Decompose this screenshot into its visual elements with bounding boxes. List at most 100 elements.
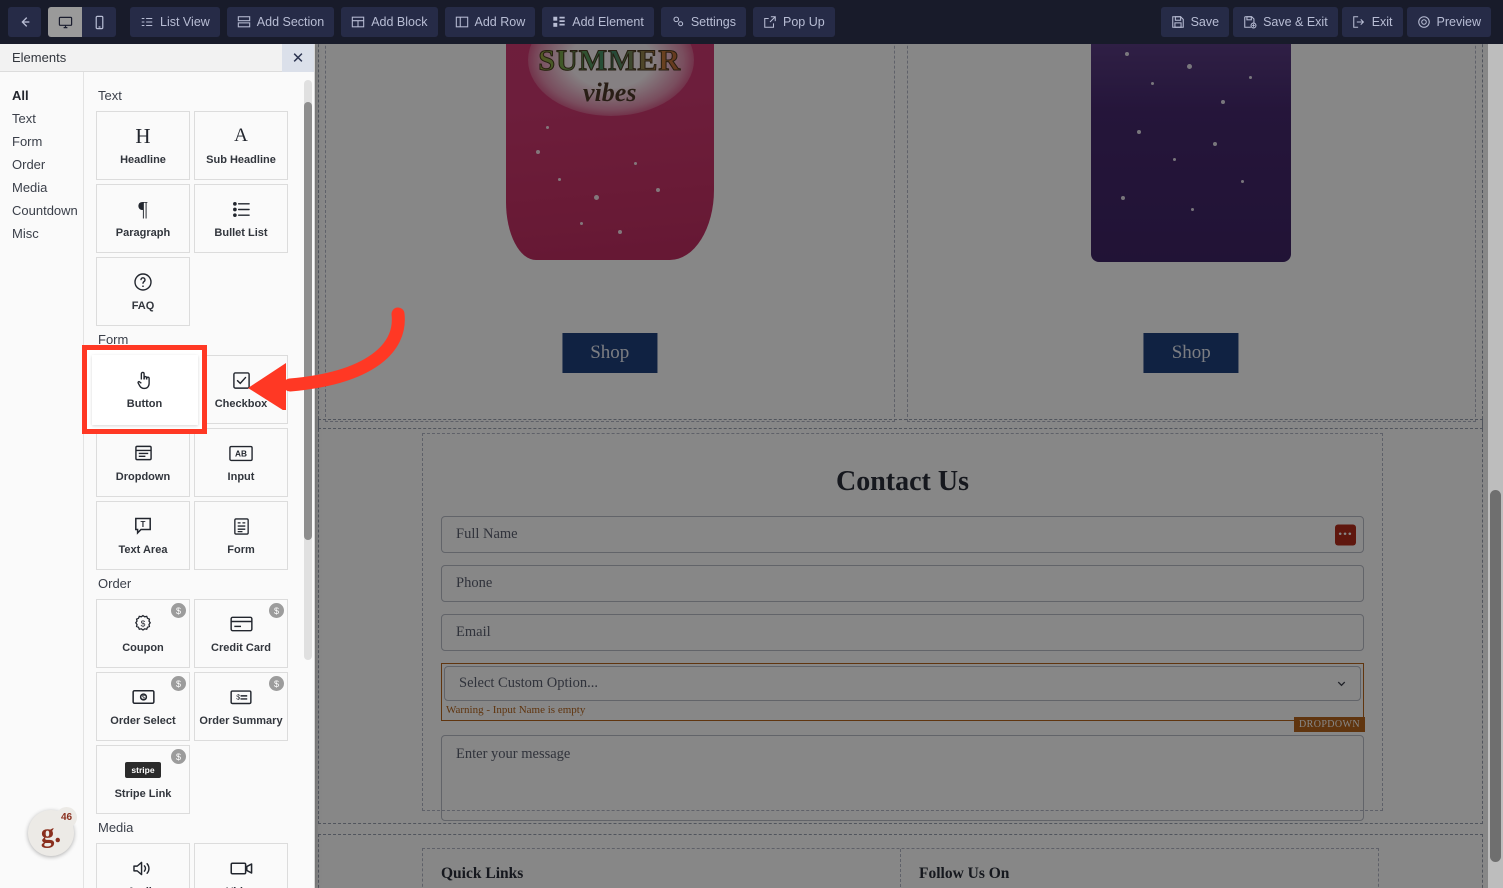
list-view-button[interactable]: List View: [130, 7, 220, 37]
shop-button-1[interactable]: Shop: [562, 333, 658, 373]
add-row-icon: [455, 15, 469, 29]
group-label-order: Order: [98, 576, 132, 591]
element-tile-headline[interactable]: H Headline: [96, 111, 190, 180]
element-tile-checkbox[interactable]: Checkbox: [194, 355, 288, 424]
device-toggle-group[interactable]: [48, 7, 116, 37]
elements-panel-scrollbar-thumb[interactable]: [304, 102, 312, 540]
element-tile-video[interactable]: Video: [194, 843, 288, 888]
category-order[interactable]: Order: [12, 153, 83, 176]
contact-section[interactable]: Contact Us Full Name ••• Phone Email Sel…: [318, 419, 1483, 824]
footer-section[interactable]: Quick Links Home Follow Us On: [318, 834, 1483, 888]
footer-row: Quick Links Home Follow Us On: [422, 848, 1379, 888]
preview-button[interactable]: Preview: [1406, 7, 1491, 37]
element-tile-sub-headline[interactable]: A Sub Headline: [194, 111, 288, 180]
tile-label-sub-headline: Sub Headline: [206, 154, 276, 166]
category-countdown[interactable]: Countdown: [12, 199, 83, 222]
add-block-label: Add Block: [371, 15, 428, 29]
dropdown-element-wrapper[interactable]: Select Custom Option... Warning - Input …: [441, 663, 1365, 732]
group-tiles-order: $ $ Coupon $ Credit Card $ $ Order Selec…: [96, 599, 300, 814]
element-tile-text-area[interactable]: T Text Area: [96, 501, 190, 570]
elements-grid[interactable]: Text H Headline A Sub Headline ¶ Paragra…: [84, 72, 314, 888]
tile-label-text-area: Text Area: [118, 544, 168, 556]
footer-follow-column[interactable]: Follow Us On: [900, 849, 1378, 888]
category-text[interactable]: Text: [12, 107, 83, 130]
product-image-1[interactable]: ☀︎★✿ SUMMER vibes: [505, 44, 714, 260]
element-tile-faq[interactable]: FAQ: [96, 257, 190, 326]
tile-label-checkbox: Checkbox: [214, 398, 268, 410]
elements-panel-scrollbar[interactable]: [304, 80, 312, 660]
product-art-line2-1: vibes: [583, 78, 637, 107]
list-view-icon: [140, 15, 154, 29]
group-label-media: Media: [98, 820, 134, 835]
element-tile-order-summary[interactable]: $ $ Order Summary: [194, 672, 288, 741]
device-desktop-button[interactable]: [48, 7, 82, 37]
coupon-icon: $: [133, 613, 153, 635]
exit-button[interactable]: Exit: [1341, 7, 1403, 37]
svg-text:$: $: [236, 693, 240, 701]
back-button[interactable]: [8, 7, 41, 37]
category-all[interactable]: All: [12, 84, 83, 107]
dropdown-warning-text: Warning - Input Name is empty: [446, 704, 586, 716]
category-media[interactable]: Media: [12, 176, 83, 199]
product-column-1[interactable]: ☀︎★✿ SUMMER vibes Shop: [325, 44, 895, 422]
shop-button-2[interactable]: Shop: [1143, 333, 1239, 373]
product-image-2[interactable]: Summer Vibes: [1091, 44, 1292, 262]
svg-text:$: $: [141, 619, 146, 629]
element-tile-coupon[interactable]: $ $ Coupon: [96, 599, 190, 668]
canvas-scrollbar[interactable]: [1488, 44, 1503, 888]
phone-input[interactable]: Phone: [441, 565, 1364, 602]
help-widget-badge: 46: [56, 807, 77, 828]
form-icon: [232, 515, 251, 537]
product-column-2[interactable]: Summer Vibes: [906, 44, 1476, 422]
dropdown-element-tag: DROPDOWN: [1294, 717, 1365, 732]
add-section-button[interactable]: Add Section: [226, 7, 335, 37]
category-form[interactable]: Form: [12, 130, 83, 153]
settings-label: Settings: [690, 15, 736, 29]
tile-label-coupon: Coupon: [122, 642, 164, 654]
save-label: Save: [1190, 15, 1220, 29]
canvas-scrollbar-thumb[interactable]: [1490, 490, 1501, 862]
paragraph-icon: ¶: [138, 196, 148, 221]
contact-title: Contact Us: [836, 466, 969, 497]
footer-quick-links-column[interactable]: Quick Links Home: [423, 849, 900, 888]
add-element-button[interactable]: Add Element: [542, 7, 654, 37]
elements-panel[interactable]: Elements ✕ All Text Form Order Media Cou…: [0, 43, 315, 888]
element-tile-input[interactable]: AB Input: [194, 428, 288, 497]
products-section[interactable]: ☀︎★✿ SUMMER vibes Shop: [318, 44, 1483, 429]
message-textarea[interactable]: Enter your message: [441, 735, 1364, 821]
custom-option-select[interactable]: Select Custom Option...: [444, 666, 1361, 701]
save-exit-button[interactable]: Save & Exit: [1233, 7, 1338, 37]
save-button[interactable]: Save: [1160, 7, 1230, 37]
help-widget-logo[interactable]: g. 46: [28, 807, 77, 856]
category-misc[interactable]: Misc: [12, 222, 83, 245]
paid-badge-credit-card: $: [269, 603, 284, 618]
popup-button[interactable]: Pop Up: [752, 7, 835, 37]
email-input[interactable]: Email: [441, 614, 1364, 651]
element-tile-paragraph[interactable]: ¶ Paragraph: [96, 184, 190, 253]
element-tile-credit-card[interactable]: $ Credit Card: [194, 599, 288, 668]
device-mobile-button[interactable]: [82, 7, 116, 37]
settings-button[interactable]: Settings: [660, 7, 746, 37]
paid-badge-order-select: $: [171, 676, 186, 691]
headline-icon: H: [135, 123, 151, 148]
exit-label: Exit: [1371, 15, 1393, 29]
paid-badge-stripe-link: $: [171, 749, 186, 764]
message-placeholder: Enter your message: [456, 746, 571, 762]
add-row-button[interactable]: Add Row: [444, 7, 536, 37]
element-tile-form[interactable]: Form: [194, 501, 288, 570]
element-tile-button-highlighted[interactable]: Button: [91, 354, 198, 425]
full-name-input[interactable]: Full Name •••: [441, 516, 1364, 553]
save-exit-label: Save & Exit: [1263, 15, 1328, 29]
full-name-options-badge[interactable]: •••: [1335, 524, 1356, 545]
element-tile-audio[interactable]: Audio: [96, 843, 190, 888]
save-exit-icon: [1243, 15, 1257, 29]
element-tile-stripe-link[interactable]: $ stripe Stripe Link: [96, 745, 190, 814]
close-icon[interactable]: ✕: [282, 43, 314, 72]
element-tile-bullet-list[interactable]: Bullet List: [194, 184, 288, 253]
element-tile-order-select[interactable]: $ $ Order Select: [96, 672, 190, 741]
add-section-label: Add Section: [256, 15, 325, 29]
add-element-icon: [552, 15, 566, 29]
contact-block[interactable]: Contact Us Full Name ••• Phone Email Sel…: [422, 433, 1383, 821]
add-block-button[interactable]: Add Block: [341, 7, 438, 37]
element-tile-dropdown[interactable]: Dropdown: [96, 428, 190, 497]
